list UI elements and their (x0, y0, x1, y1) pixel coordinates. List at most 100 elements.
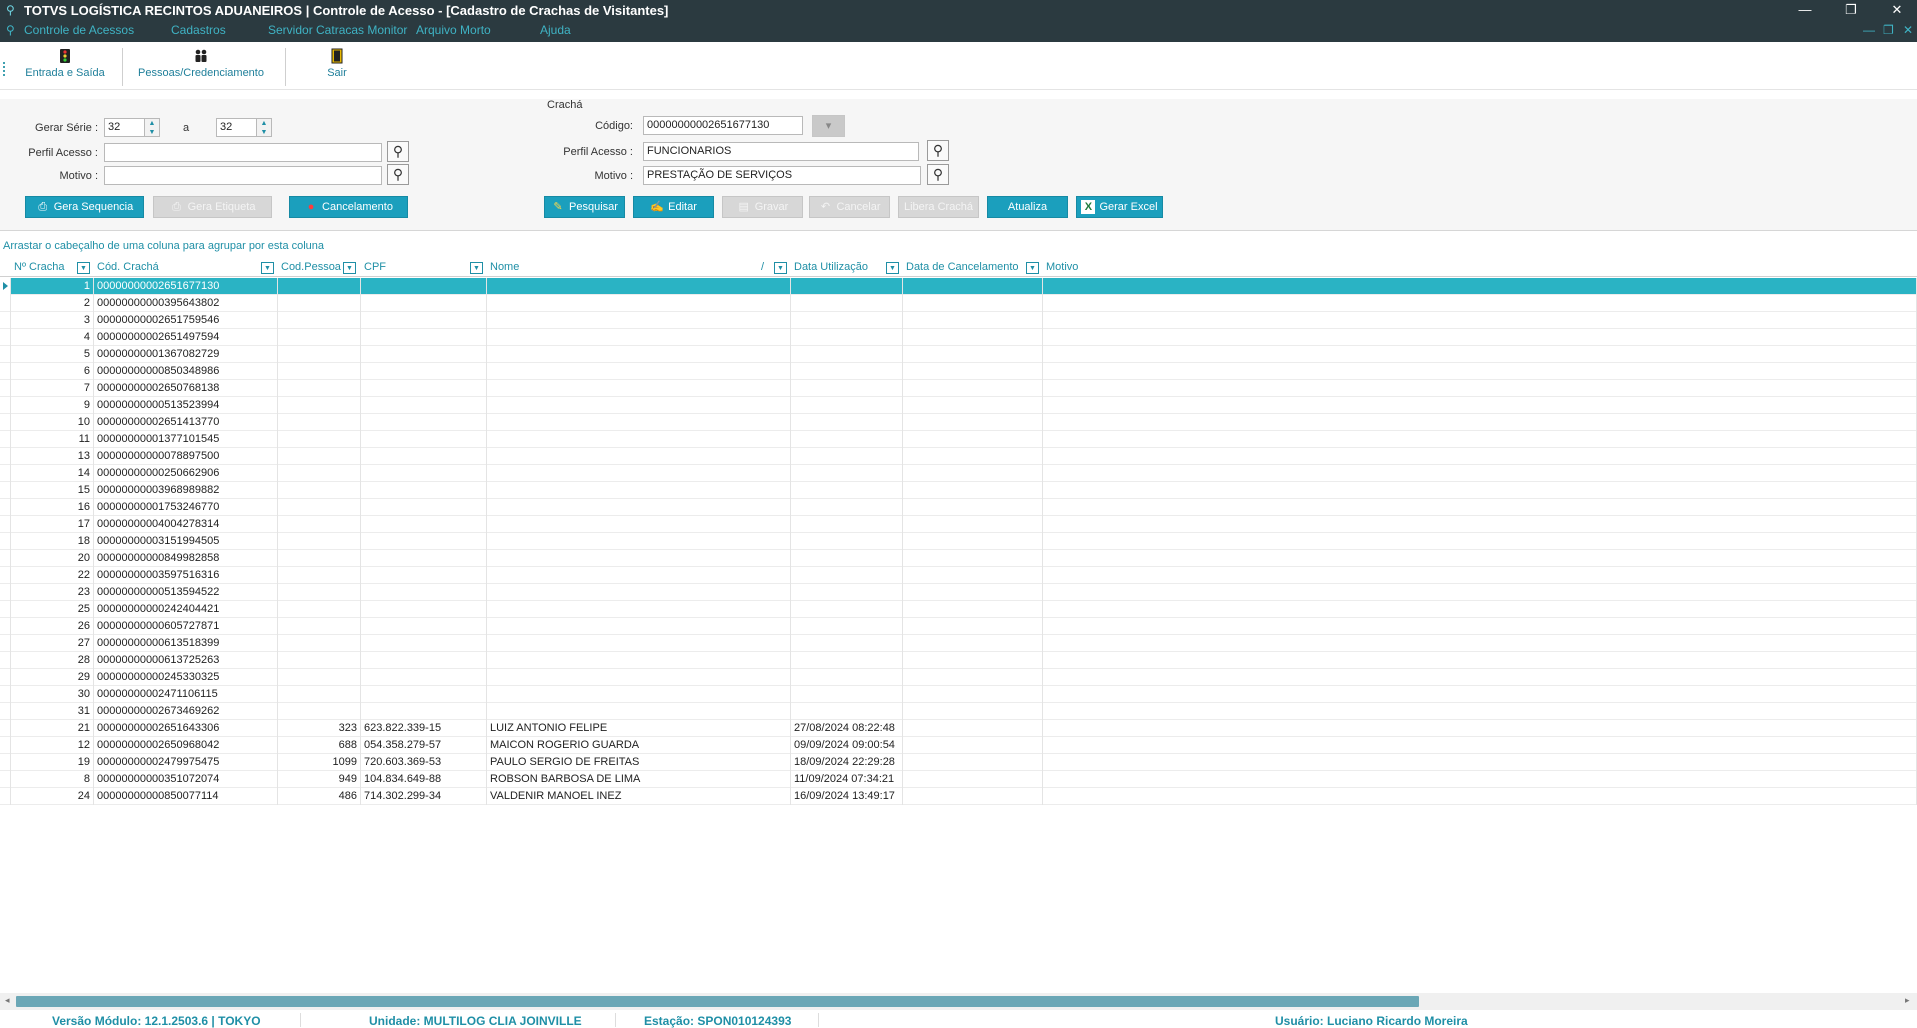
cell-nr-cracha[interactable]: 13 (11, 448, 94, 465)
cell-motivo[interactable] (1043, 380, 1917, 397)
row-indicator[interactable] (0, 737, 11, 754)
cell-nr-cracha[interactable]: 26 (11, 618, 94, 635)
cell-data-utilizacao[interactable]: 27/08/2024 08:22:48 (791, 720, 903, 737)
cell-data-cancelamento[interactable] (903, 448, 1043, 465)
cell-data-utilizacao[interactable] (791, 465, 903, 482)
cell-nr-cracha[interactable]: 24 (11, 788, 94, 805)
cancelar-button[interactable]: ↶ Cancelar (809, 196, 890, 218)
minimize-button[interactable]: — (1785, 0, 1825, 20)
cell-nome[interactable] (487, 584, 791, 601)
cell-data-cancelamento[interactable] (903, 414, 1043, 431)
cell-data-cancelamento[interactable] (903, 516, 1043, 533)
cell-data-utilizacao[interactable] (791, 550, 903, 567)
cell-nr-cracha[interactable]: 22 (11, 567, 94, 584)
cell-cod-cracha[interactable]: 00000000002650968042 (94, 737, 278, 754)
cell-motivo[interactable] (1043, 618, 1917, 635)
filter-dropdown-icon[interactable]: ▼ (470, 262, 483, 274)
cell-cpf[interactable] (361, 482, 487, 499)
cell-motivo[interactable] (1043, 499, 1917, 516)
cell-cod-pessoa[interactable] (278, 380, 361, 397)
cell-data-utilizacao[interactable] (791, 278, 903, 295)
cell-cpf[interactable] (361, 465, 487, 482)
cell-nome[interactable] (487, 397, 791, 414)
cell-cod-pessoa[interactable] (278, 584, 361, 601)
cell-cod-cracha[interactable]: 00000000000850077114 (94, 788, 278, 805)
table-row[interactable]: 3 00000000002651759546 (0, 312, 1917, 329)
cell-cod-pessoa[interactable] (278, 312, 361, 329)
restore-button[interactable]: ❐ (1831, 0, 1871, 20)
cell-cod-pessoa[interactable] (278, 482, 361, 499)
cell-nome[interactable] (487, 465, 791, 482)
scrollbar-thumb[interactable] (16, 996, 1419, 1007)
row-indicator[interactable] (0, 686, 11, 703)
entrada-saida-button[interactable]: Entrada e Saída (20, 48, 110, 86)
cell-nome[interactable] (487, 567, 791, 584)
cell-data-utilizacao[interactable] (791, 703, 903, 720)
cell-cod-cracha[interactable]: 00000000000351072074 (94, 771, 278, 788)
cell-cod-cracha[interactable]: 00000000000849982858 (94, 550, 278, 567)
cell-cpf[interactable] (361, 533, 487, 550)
cell-data-utilizacao[interactable]: 11/09/2024 07:34:21 (791, 771, 903, 788)
row-indicator[interactable] (0, 448, 11, 465)
cell-motivo[interactable] (1043, 363, 1917, 380)
cell-data-utilizacao[interactable] (791, 363, 903, 380)
cell-nr-cracha[interactable]: 4 (11, 329, 94, 346)
cell-nome[interactable]: LUIZ ANTONIO FELIPE (487, 720, 791, 737)
cell-motivo[interactable] (1043, 754, 1917, 771)
cell-cod-pessoa[interactable] (278, 363, 361, 380)
child-close-button[interactable]: ✕ (1903, 23, 1913, 37)
cell-nr-cracha[interactable]: 18 (11, 533, 94, 550)
cell-motivo[interactable] (1043, 771, 1917, 788)
row-indicator[interactable] (0, 278, 11, 295)
menu-arquivo-morto[interactable]: Arquivo Morto (416, 23, 491, 37)
cell-data-cancelamento[interactable] (903, 533, 1043, 550)
cell-data-cancelamento[interactable] (903, 465, 1043, 482)
close-button[interactable]: ✕ (1877, 0, 1917, 20)
menu-ajuda[interactable]: Ajuda (540, 23, 571, 37)
cell-cod-pessoa[interactable] (278, 652, 361, 669)
row-indicator[interactable] (0, 431, 11, 448)
table-row[interactable]: 12 00000000002650968042 688 054.358.279-57 M… (0, 737, 1917, 754)
table-row[interactable]: 9 00000000000513523994 (0, 397, 1917, 414)
cell-motivo[interactable] (1043, 533, 1917, 550)
column-header-data-utilizacao[interactable]: Data Utilização (791, 259, 871, 277)
cell-cpf[interactable] (361, 669, 487, 686)
cell-cod-pessoa[interactable] (278, 278, 361, 295)
row-indicator[interactable] (0, 295, 11, 312)
filter-dropdown-icon[interactable]: ▼ (774, 262, 787, 274)
cell-cpf[interactable] (361, 703, 487, 720)
cancelamento-button[interactable]: ● Cancelamento (289, 196, 408, 218)
sair-button[interactable]: Sair (320, 48, 354, 86)
cell-cpf[interactable] (361, 346, 487, 363)
cell-data-cancelamento[interactable] (903, 312, 1043, 329)
column-header-cod-cracha[interactable]: Cód. Crachá (94, 259, 162, 277)
cell-cpf[interactable] (361, 499, 487, 516)
table-row[interactable]: 11 00000000001377101545 (0, 431, 1917, 448)
cell-motivo[interactable] (1043, 584, 1917, 601)
cell-data-utilizacao[interactable] (791, 346, 903, 363)
row-indicator[interactable] (0, 703, 11, 720)
horizontal-scrollbar[interactable]: ◂ ▸ (0, 993, 1917, 1010)
table-row[interactable]: 16 00000000001753246770 (0, 499, 1917, 516)
cell-motivo[interactable] (1043, 635, 1917, 652)
row-indicator[interactable] (0, 465, 11, 482)
motivo-search-button[interactable]: ⚲ (387, 164, 409, 185)
row-indicator[interactable] (0, 601, 11, 618)
cell-nr-cracha[interactable]: 17 (11, 516, 94, 533)
cell-cpf[interactable] (361, 601, 487, 618)
filter-dropdown-icon[interactable]: ▼ (886, 262, 899, 274)
row-indicator[interactable] (0, 584, 11, 601)
cell-motivo[interactable] (1043, 397, 1917, 414)
row-indicator[interactable] (0, 567, 11, 584)
child-restore-button[interactable]: ❐ (1883, 23, 1894, 37)
cell-data-cancelamento[interactable] (903, 278, 1043, 295)
row-indicator[interactable] (0, 329, 11, 346)
cell-cpf[interactable] (361, 397, 487, 414)
cell-data-cancelamento[interactable] (903, 703, 1043, 720)
filter-dropdown-icon[interactable]: ▼ (343, 262, 356, 274)
cell-data-cancelamento[interactable] (903, 431, 1043, 448)
cell-nr-cracha[interactable]: 25 (11, 601, 94, 618)
cell-cod-pessoa[interactable] (278, 635, 361, 652)
row-indicator[interactable] (0, 618, 11, 635)
table-row[interactable]: 20 00000000000849982858 (0, 550, 1917, 567)
